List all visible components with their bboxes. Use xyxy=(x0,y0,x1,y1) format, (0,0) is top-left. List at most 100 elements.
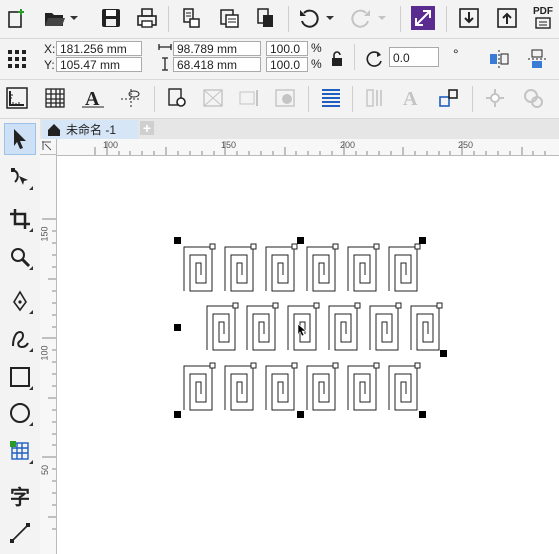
lock-ratio-icon[interactable] xyxy=(326,44,348,74)
spiral-shape[interactable] xyxy=(306,365,336,411)
download-icon[interactable] xyxy=(454,3,484,33)
save-icon[interactable] xyxy=(96,3,126,33)
print-icon[interactable] xyxy=(132,3,162,33)
export-icon[interactable] xyxy=(214,3,244,33)
width-icon xyxy=(158,41,172,56)
publish-pdf-icon[interactable] xyxy=(250,3,280,33)
spiral-shape[interactable] xyxy=(183,246,213,292)
document-page[interactable] xyxy=(57,156,559,554)
spiral-shape[interactable] xyxy=(388,246,418,292)
spiral-shape[interactable] xyxy=(306,246,336,292)
rotation-field[interactable]: 0.0 xyxy=(389,47,439,67)
y-position-field[interactable]: 105.47 mm xyxy=(56,57,142,72)
pen-tool-icon[interactable] xyxy=(4,285,36,317)
spiral-shape[interactable] xyxy=(388,365,418,411)
image-placeholder-icon xyxy=(198,83,228,113)
mirror-vertical-icon[interactable] xyxy=(522,44,552,74)
grid-icon[interactable] xyxy=(40,83,70,113)
undo-dropdown-chevron-icon[interactable] xyxy=(322,3,338,33)
tab-document[interactable]: 未命名 -1 xyxy=(42,120,138,139)
standard-toolbar: PDF xyxy=(0,0,559,39)
upload-icon[interactable] xyxy=(492,3,522,33)
v-ruler-label: 50 xyxy=(40,464,51,476)
scale-y-field[interactable]: 100.0 xyxy=(266,57,308,72)
crop-tool-icon[interactable] xyxy=(4,203,36,235)
drawing-canvas[interactable] xyxy=(57,156,559,554)
spiral-shape[interactable] xyxy=(328,305,358,351)
spiral-shape[interactable] xyxy=(224,365,254,411)
dynamic-guides-disabled-icon xyxy=(518,83,548,113)
spiral-shape[interactable] xyxy=(347,365,377,411)
spiral-shape[interactable] xyxy=(246,305,276,351)
document-tab-bar: 未命名 -1 + xyxy=(40,119,559,139)
redo-icon xyxy=(346,3,376,33)
zoom-tool-icon[interactable] xyxy=(4,241,36,273)
h-ruler-label: 150 xyxy=(221,140,237,150)
rectangle-tool-icon[interactable] xyxy=(4,361,36,393)
horizontal-ruler[interactable]: 100 150 200 250 xyxy=(57,139,559,156)
height-field[interactable]: 68.418 mm xyxy=(173,57,261,72)
text-frame-disabled-icon xyxy=(234,83,264,113)
pick-tool-icon[interactable] xyxy=(4,123,36,155)
shape-tool-icon[interactable] xyxy=(4,161,36,193)
ruler-origin-icon[interactable] xyxy=(40,139,57,155)
h-ruler-label: 100 xyxy=(103,140,119,150)
x-position-field[interactable]: 181.256 mm xyxy=(56,41,142,56)
import-icon[interactable] xyxy=(176,3,206,33)
mirror-horizontal-icon[interactable] xyxy=(484,44,514,74)
h-ruler-label: 200 xyxy=(340,140,356,150)
guidelines-icon[interactable] xyxy=(116,83,146,113)
object-origin-icon[interactable] xyxy=(2,44,32,74)
spiral-shape[interactable] xyxy=(265,365,295,411)
h-ruler-label: 250 xyxy=(458,140,474,150)
arrange-icon[interactable] xyxy=(434,83,464,113)
text-tool-icon[interactable]: 字 xyxy=(4,479,36,511)
ellipse-tool-icon[interactable] xyxy=(4,397,36,429)
scale-x-field[interactable]: 100.0 xyxy=(266,41,308,56)
align-distribute-icon[interactable] xyxy=(316,83,346,113)
delete-frame-disabled-icon xyxy=(270,83,300,113)
svg-text:A: A xyxy=(85,88,100,109)
v-ruler-label: 150 xyxy=(39,226,50,242)
text-properties-icon[interactable]: A xyxy=(78,83,108,113)
pdf-label: PDF xyxy=(533,6,553,17)
undo-icon[interactable] xyxy=(294,3,324,33)
v-ruler-label: 100 xyxy=(39,345,50,361)
spiral-shape[interactable] xyxy=(265,246,295,292)
document-settings-icon[interactable] xyxy=(162,83,192,113)
rulers-icon[interactable] xyxy=(2,83,32,113)
spiral-shape[interactable] xyxy=(347,246,377,292)
spiral-shape[interactable] xyxy=(183,365,213,411)
home-icon xyxy=(48,123,60,136)
redo-dropdown-chevron-icon xyxy=(374,3,390,33)
toolbox: 字 xyxy=(0,119,41,554)
property-bar: X: 181.256 mm Y: 105.47 mm 98.789 mm 68.… xyxy=(0,39,559,80)
scale-x-percent: % xyxy=(311,41,322,55)
spiral-shape[interactable] xyxy=(206,305,236,351)
new-document-icon[interactable] xyxy=(2,3,32,33)
degree-symbol: ° xyxy=(453,46,459,62)
add-tab-button[interactable]: + xyxy=(140,121,154,135)
height-icon xyxy=(158,57,172,74)
svg-text:A: A xyxy=(403,88,418,109)
text-style-disabled-icon: A xyxy=(396,83,426,113)
open-dropdown-chevron-icon[interactable] xyxy=(66,3,82,33)
artistic-media-tool-icon[interactable] xyxy=(4,323,36,355)
secondary-toolbar: A A xyxy=(0,80,559,119)
snap-points-disabled-icon xyxy=(480,83,510,113)
spiral-shape[interactable] xyxy=(410,305,440,351)
rotation-icon xyxy=(362,44,388,74)
width-field[interactable]: 98.789 mm xyxy=(173,41,261,56)
selected-spiral-group[interactable] xyxy=(57,156,559,554)
table-tool-icon[interactable] xyxy=(4,435,36,467)
y-label: Y: xyxy=(44,58,55,72)
scale-y-percent: % xyxy=(311,57,322,71)
column-text-disabled-icon xyxy=(360,83,390,113)
spiral-shape[interactable] xyxy=(369,305,399,351)
pdf-icon[interactable]: PDF xyxy=(528,3,558,33)
vertical-ruler[interactable]: 150 100 50 xyxy=(40,155,57,554)
spiral-shape[interactable] xyxy=(224,246,254,292)
weld-icon[interactable] xyxy=(408,3,438,33)
line-tool-icon[interactable] xyxy=(4,517,36,549)
x-label: X: xyxy=(44,42,56,56)
